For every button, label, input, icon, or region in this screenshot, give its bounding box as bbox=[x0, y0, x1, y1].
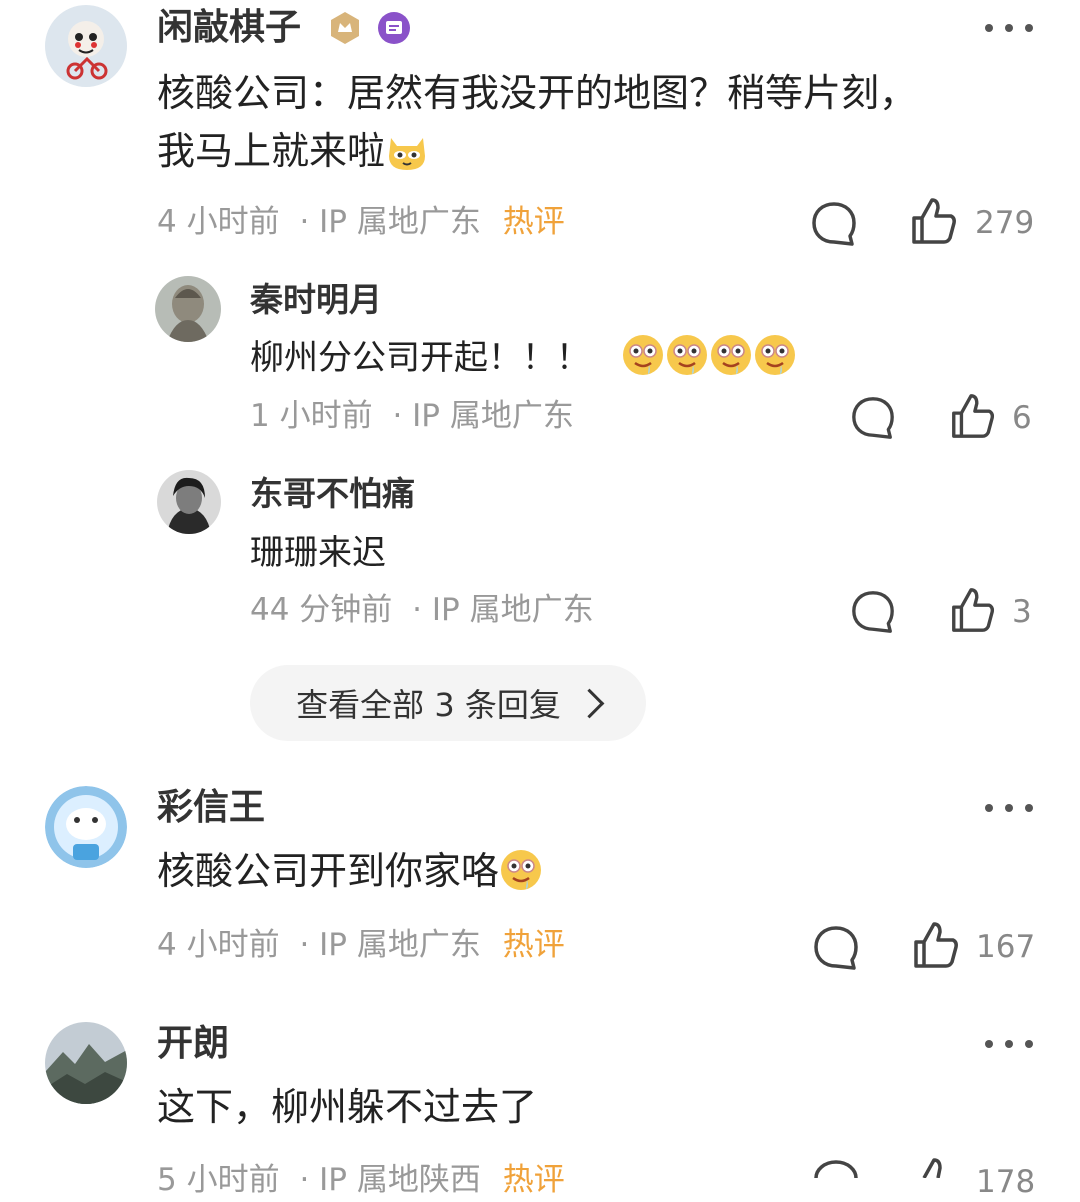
comment-text: 核酸公司开到你家咯 bbox=[157, 842, 543, 900]
ip-location: · IP 属地广东 bbox=[392, 398, 574, 434]
drool-emoji-icon bbox=[501, 850, 542, 890]
reply-bubble-icon[interactable] bbox=[850, 589, 896, 635]
ip-location: · IP 属地广东 bbox=[412, 592, 594, 628]
view-all-replies-label: 查看全部 3 条回复 bbox=[296, 686, 561, 724]
avatar[interactable] bbox=[157, 470, 221, 534]
username[interactable]: 秦时明月 bbox=[250, 278, 382, 322]
avatar[interactable] bbox=[45, 1022, 127, 1104]
username[interactable]: 闲敲棋子 bbox=[157, 6, 301, 50]
like-thumb-icon[interactable] bbox=[910, 920, 960, 970]
vip-badge-icon bbox=[378, 12, 410, 44]
username[interactable]: 彩信王 bbox=[157, 786, 265, 830]
comment-meta: 5 小时前 · IP 属地陕西 热评 bbox=[157, 1160, 565, 1200]
reply-text: 珊珊来迟 bbox=[250, 533, 386, 573]
like-count: 6 bbox=[1012, 400, 1032, 436]
comment-text: 这下，柳州躲不过去了 bbox=[157, 1085, 538, 1129]
emoji-group bbox=[621, 335, 797, 378]
reply-text: 柳州分公司开起！！！ bbox=[250, 333, 797, 383]
comment-text: 核酸公司：居然有我没开的地图？稍等片刻， bbox=[157, 71, 918, 115]
reply-meta: 44 分钟前 · IP 属地广东 bbox=[250, 590, 594, 630]
hot-comment-badge: 热评 bbox=[502, 1162, 565, 1198]
like-thumb-icon[interactable] bbox=[908, 196, 958, 246]
hot-comment-badge: 热评 bbox=[502, 927, 565, 963]
cat-emoji-icon bbox=[389, 138, 426, 170]
more-options-icon[interactable] bbox=[985, 1038, 1033, 1050]
reply-bubble-icon[interactable] bbox=[812, 1160, 860, 1178]
chevron-right-icon bbox=[574, 688, 605, 718]
reply-bubble-icon[interactable] bbox=[810, 200, 858, 248]
drool-emoji-icon bbox=[666, 335, 707, 375]
like-count: 279 bbox=[975, 205, 1035, 241]
view-all-replies-button[interactable]: 查看全部 3 条回复 bbox=[250, 665, 646, 741]
like-count: 167 bbox=[976, 929, 1036, 965]
reply-meta: 1 小时前 · IP 属地广东 bbox=[250, 396, 574, 436]
avatar[interactable] bbox=[155, 276, 221, 342]
reply-bubble-icon[interactable] bbox=[812, 924, 860, 972]
like-thumb-icon[interactable] bbox=[910, 1156, 960, 1178]
reply-time: 1 小时前 bbox=[250, 398, 373, 434]
drool-emoji-icon bbox=[754, 335, 795, 375]
like-thumb-icon[interactable] bbox=[948, 392, 996, 440]
ip-location: · IP 属地广东 bbox=[299, 204, 481, 240]
comment-time: 5 小时前 bbox=[157, 1162, 280, 1198]
like-thumb-icon[interactable] bbox=[948, 586, 996, 634]
comment-time: 4 小时前 bbox=[157, 204, 280, 240]
avatar[interactable] bbox=[45, 5, 127, 87]
avatar[interactable] bbox=[45, 786, 127, 868]
username[interactable]: 开朗 bbox=[157, 1022, 229, 1066]
hot-comment-badge: 热评 bbox=[502, 204, 565, 240]
comment-meta: 4 小时前 · IP 属地广东 热评 bbox=[157, 925, 565, 965]
comment-meta: 4 小时前 · IP 属地广东 热评 bbox=[157, 202, 565, 242]
like-count: 3 bbox=[1012, 594, 1032, 630]
drool-emoji-icon bbox=[622, 335, 663, 375]
more-options-icon[interactable] bbox=[985, 22, 1033, 34]
more-options-icon[interactable] bbox=[985, 802, 1033, 814]
level-badge-icon bbox=[331, 12, 359, 44]
ip-location: · IP 属地广东 bbox=[299, 927, 481, 963]
drool-emoji-icon bbox=[710, 335, 751, 375]
reply-bubble-icon[interactable] bbox=[850, 395, 896, 441]
ip-location: · IP 属地陕西 bbox=[299, 1162, 481, 1198]
reply-time: 44 分钟前 bbox=[250, 592, 393, 628]
comment-time: 4 小时前 bbox=[157, 927, 280, 963]
username[interactable]: 东哥不怕痛 bbox=[250, 472, 415, 516]
like-count: 178 bbox=[976, 1164, 1036, 1200]
comment-text-line2: 我马上就来啦 bbox=[157, 122, 429, 180]
